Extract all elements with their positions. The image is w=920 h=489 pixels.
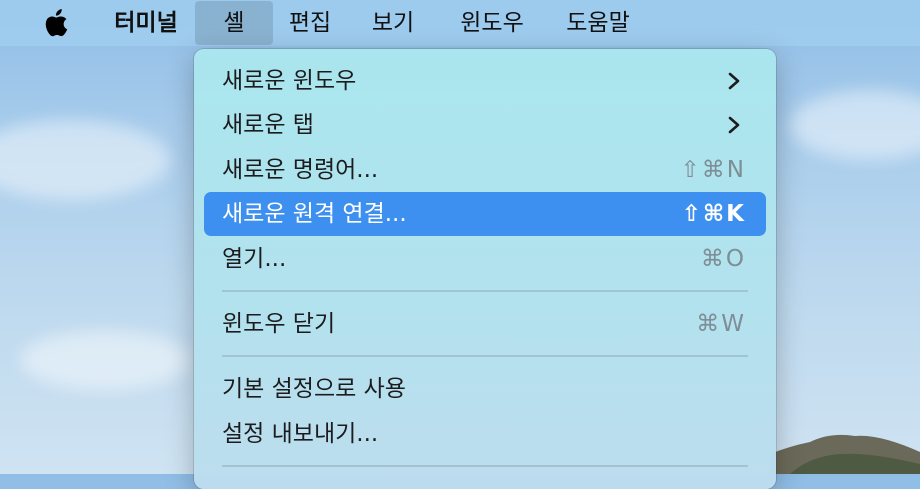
menu-item-label: 새로운 탭 (222, 112, 314, 138)
chevron-right-icon (728, 116, 740, 134)
menu-window[interactable]: 윈도우 (452, 0, 532, 46)
menu-view[interactable]: 보기 (362, 0, 424, 46)
menu-item-label: 설정 내보내기... (222, 421, 379, 447)
apple-icon[interactable] (42, 9, 72, 39)
menu-item-use-as-default[interactable]: 기본 설정으로 사용 (204, 367, 766, 411)
menu-separator (222, 355, 748, 357)
menu-edit[interactable]: 편집 (279, 0, 341, 46)
menu-shell[interactable]: 셸 (195, 1, 273, 45)
background-cloud (790, 90, 920, 160)
menu-help[interactable]: 도움말 (558, 0, 638, 46)
menu-item-label: 새로운 원격 연결... (222, 201, 407, 227)
menu-item-label: 기본 설정으로 사용 (222, 376, 406, 402)
background-hill (770, 434, 920, 474)
menu-separator (222, 465, 748, 467)
menu-item-label: 새로운 윈도우 (222, 68, 357, 94)
menu-item-new-window[interactable]: 새로운 윈도우 (204, 59, 766, 103)
menu-bar: 터미널 셸 편집 보기 윈도우 도움말 (0, 0, 920, 46)
menu-item-label: 윈도우 닫기 (222, 311, 336, 337)
menu-item-export-settings[interactable]: 설정 내보내기... (204, 412, 766, 456)
shell-dropdown-menu: 새로운 윈도우 새로운 탭 새로운 명령어... ⇧⌘N 새로운 원격 연결..… (194, 49, 776, 489)
background-cloud (20, 330, 190, 390)
shortcut-label: ⇧⌘N (680, 157, 746, 183)
menu-item-new-tab[interactable]: 새로운 탭 (204, 103, 766, 147)
menu-terminal[interactable]: 터미널 (108, 0, 184, 46)
shortcut-label: ⌘W (696, 311, 746, 337)
background-cloud (0, 120, 170, 200)
menu-item-label: 열기... (222, 246, 287, 272)
menu-item-open[interactable]: 열기... ⌘O (204, 237, 766, 281)
shortcut-label: ⇧⌘K (681, 201, 746, 227)
menu-item-close-window[interactable]: 윈도우 닫기 ⌘W (204, 302, 766, 346)
menu-item-new-remote-connection[interactable]: 새로운 원격 연결... ⇧⌘K (204, 192, 766, 236)
menu-item-new-command[interactable]: 새로운 명령어... ⇧⌘N (204, 148, 766, 192)
chevron-right-icon (728, 72, 740, 90)
menu-item-label: 새로운 명령어... (222, 157, 379, 183)
menu-separator (222, 290, 748, 292)
shortcut-label: ⌘O (700, 246, 746, 272)
